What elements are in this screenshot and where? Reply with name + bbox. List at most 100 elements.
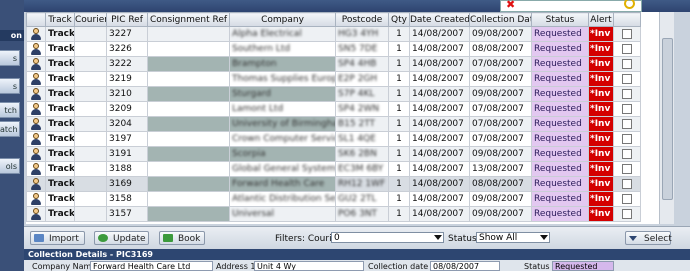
update-button[interactable]: Update xyxy=(94,231,149,245)
row-checkbox[interactable] xyxy=(622,73,632,84)
col-header-courier[interactable]: Courier xyxy=(74,12,107,27)
col-header-icon[interactable] xyxy=(26,12,46,27)
vertical-scrollbar[interactable] xyxy=(659,12,674,224)
alert-badge: *Inv xyxy=(588,116,614,132)
row-checkbox-cell[interactable] xyxy=(613,86,641,102)
col-header-select[interactable] xyxy=(613,12,641,27)
table-row[interactable]: Track 3197 Crown Computer ServicesSL1 4QE 1… xyxy=(26,131,641,147)
postcode-cell: SK6 2BN xyxy=(335,146,389,162)
row-checkbox[interactable] xyxy=(622,193,632,204)
sidebar-button-1[interactable]: s xyxy=(0,50,20,66)
row-checkbox[interactable] xyxy=(622,118,632,129)
row-checkbox[interactable] xyxy=(622,163,632,174)
table-row[interactable]: Track 3191 Scorpia SK6 2BN 1 14/08/2007 09/08/… xyxy=(26,146,641,162)
col-header-track[interactable]: Track xyxy=(45,12,75,27)
table-row[interactable]: Track 3204 University of Birmingham B15 2TT… xyxy=(26,116,641,132)
row-checkbox-cell[interactable] xyxy=(613,191,641,207)
track-link[interactable]: Track xyxy=(45,131,75,147)
book-button[interactable]: Book xyxy=(159,231,205,245)
track-link[interactable]: Track xyxy=(45,176,75,192)
row-person-cell[interactable] xyxy=(26,56,46,72)
table-row[interactable]: Track 3227 Alpha Electrical HG3 4YH 1 14/08/2… xyxy=(26,26,641,42)
status-filter-select[interactable]: Show All xyxy=(476,232,550,243)
row-person-cell[interactable] xyxy=(26,71,46,87)
row-checkbox-cell[interactable] xyxy=(613,131,641,147)
col-header-date-created[interactable]: Date Created xyxy=(409,12,470,27)
track-link[interactable]: Track xyxy=(45,161,75,177)
table-row[interactable]: Track 3219 Thomas Supplies Europe E2P 2GH 1 1… xyxy=(26,71,641,87)
import-button[interactable]: Import xyxy=(30,231,85,245)
row-person-cell[interactable] xyxy=(26,131,46,147)
row-person-cell[interactable] xyxy=(26,191,46,207)
status-field[interactable]: Requested xyxy=(552,261,614,271)
col-header-consignment-ref[interactable]: Consignment Ref xyxy=(147,12,230,27)
row-person-cell[interactable] xyxy=(26,206,46,222)
track-link[interactable]: Track xyxy=(45,86,75,102)
clear-x-icon[interactable]: ✖ xyxy=(506,0,515,11)
table-row[interactable]: Track 3226 Southern Ltd SN5 7DE 1 14/08/2007 0… xyxy=(26,41,641,57)
row-checkbox-cell[interactable] xyxy=(613,26,641,42)
track-link[interactable]: Track xyxy=(45,206,75,222)
row-person-cell[interactable] xyxy=(26,41,46,57)
col-header-company[interactable]: Company xyxy=(229,12,336,27)
col-header-alert[interactable]: Alert xyxy=(588,12,614,27)
table-row[interactable]: Track 3222 Brampton SP4 4HB 1 14/08/2007 07/08… xyxy=(26,56,641,72)
track-link[interactable]: Track xyxy=(45,56,75,72)
sidebar-button-5[interactable]: ols xyxy=(0,158,20,174)
date-created-cell: 14/08/2007 xyxy=(409,26,470,42)
track-link[interactable]: Track xyxy=(45,146,75,162)
row-checkbox[interactable] xyxy=(622,28,632,39)
row-checkbox-cell[interactable] xyxy=(613,56,641,72)
sidebar-button-2[interactable]: s xyxy=(0,78,20,94)
row-person-cell[interactable] xyxy=(26,116,46,132)
row-checkbox[interactable] xyxy=(622,178,632,189)
top-search-box[interactable] xyxy=(500,0,642,12)
address-1-field[interactable]: Unit 4 Wy xyxy=(254,261,364,271)
scrollbar-thumb[interactable] xyxy=(662,38,673,200)
row-checkbox-cell[interactable] xyxy=(613,41,641,57)
row-checkbox[interactable] xyxy=(622,58,632,69)
row-person-cell[interactable] xyxy=(26,146,46,162)
track-link[interactable]: Track xyxy=(45,101,75,117)
row-person-cell[interactable] xyxy=(26,26,46,42)
company-name-field[interactable]: Forward Health Care Ltd xyxy=(90,261,213,271)
row-checkbox[interactable] xyxy=(622,133,632,144)
col-header-status[interactable]: Status xyxy=(531,12,589,27)
row-checkbox[interactable] xyxy=(622,88,632,99)
track-link[interactable]: Track xyxy=(45,26,75,42)
row-checkbox-cell[interactable] xyxy=(613,116,641,132)
table-row[interactable]: Track 3169 Forward Health Care RH12 1WF 1 14/… xyxy=(26,176,641,192)
row-checkbox[interactable] xyxy=(622,43,632,54)
col-header-postcode[interactable]: Postcode xyxy=(335,12,389,27)
table-row[interactable]: Track 3158 Atlantic Distribution ServicesG… xyxy=(26,191,641,207)
sidebar-button-4[interactable]: atch xyxy=(0,121,20,137)
table-row[interactable]: Track 3157 Universal PO6 3NT 1 14/08/2007 09/0… xyxy=(26,206,641,222)
track-link[interactable]: Track xyxy=(45,116,75,132)
table-row[interactable]: Track 3210 Sturgard S7P 4KL 1 14/08/2007 09/08… xyxy=(26,86,641,102)
col-header-collection-date[interactable]: Collection Date xyxy=(469,12,532,27)
row-checkbox-cell[interactable] xyxy=(613,161,641,177)
row-person-cell[interactable] xyxy=(26,161,46,177)
track-link[interactable]: Track xyxy=(45,71,75,87)
select-button[interactable]: Select xyxy=(625,231,672,245)
row-checkbox[interactable] xyxy=(622,148,632,159)
track-link[interactable]: Track xyxy=(45,191,75,207)
row-checkbox-cell[interactable] xyxy=(613,206,641,222)
courier-filter-select[interactable]: 0 xyxy=(331,232,444,243)
table-row[interactable]: Track 3188 Global General Systems EC3M 6BY 1… xyxy=(26,161,641,177)
row-checkbox-cell[interactable] xyxy=(613,146,641,162)
track-link[interactable]: Track xyxy=(45,41,75,57)
table-row[interactable]: Track 3209 Lamont Ltd SP4 2WN 1 14/08/2007 07/… xyxy=(26,101,641,117)
row-person-cell[interactable] xyxy=(26,86,46,102)
row-checkbox[interactable] xyxy=(622,103,632,114)
row-checkbox[interactable] xyxy=(622,208,632,219)
collection-date-field[interactable]: 08/08/2007 xyxy=(430,261,500,271)
row-checkbox-cell[interactable] xyxy=(613,176,641,192)
sidebar-button-3[interactable]: tch xyxy=(0,102,20,118)
row-person-cell[interactable] xyxy=(26,101,46,117)
col-header-qty[interactable]: Qty xyxy=(388,12,410,27)
row-checkbox-cell[interactable] xyxy=(613,71,641,87)
row-person-cell[interactable] xyxy=(26,176,46,192)
row-checkbox-cell[interactable] xyxy=(613,101,641,117)
col-header-pic-ref[interactable]: PIC Ref xyxy=(106,12,148,27)
